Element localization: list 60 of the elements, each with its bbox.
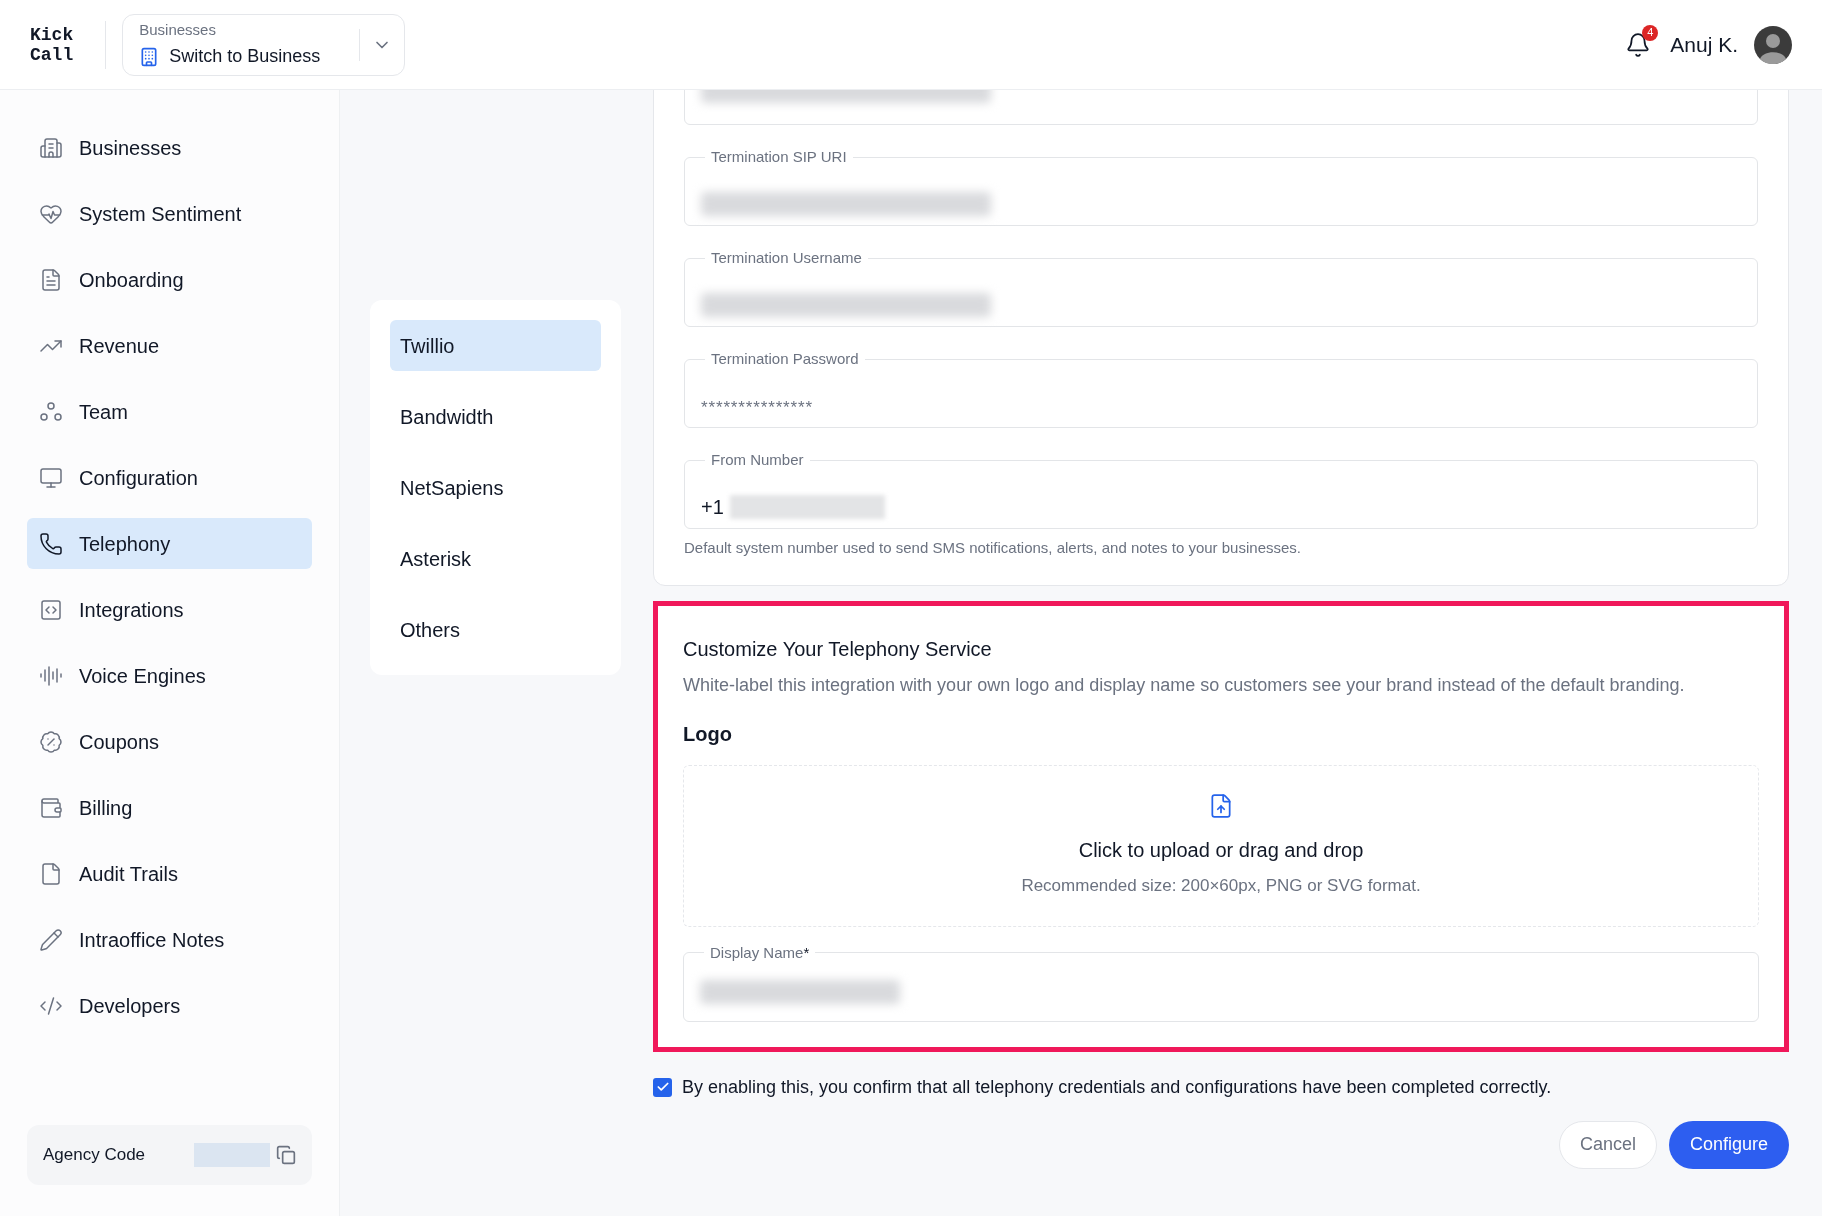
percent-badge-icon	[39, 729, 63, 754]
switcher-label: Businesses	[139, 19, 217, 40]
provider-item[interactable]: Others	[390, 604, 601, 655]
avatar[interactable]	[1754, 25, 1792, 64]
copy-icon[interactable]	[276, 1145, 296, 1165]
logo[interactable]: Kick Call	[30, 20, 107, 69]
notification-count: 4	[1642, 24, 1659, 41]
logo-heading: Logo	[683, 721, 733, 747]
sidebar-item[interactable]: Audit Trails	[27, 848, 312, 899]
sidebar-item[interactable]: Integrations	[27, 584, 312, 635]
section-title: Customize Your Telephony Service	[683, 636, 993, 662]
field-value: ***************	[701, 396, 813, 419]
confirm-text: By enabling this, you confirm that all telephony credentials and configurations have been completed correctly.	[682, 1075, 1552, 1099]
monitor-icon	[39, 465, 63, 490]
upload-text: Click to upload or drag and drop	[1078, 837, 1364, 863]
field-label: Termination Username	[710, 248, 863, 268]
sidebar-item[interactable]: Team	[27, 386, 312, 437]
building-icon	[139, 46, 160, 67]
sidebar-item[interactable]: Businesses	[27, 122, 312, 173]
sidebar-item[interactable]: Coupons	[27, 716, 312, 767]
circles-icon	[39, 399, 63, 424]
file-upload-icon	[1208, 792, 1234, 819]
switcher-value: Switch to Business	[169, 45, 321, 69]
sidebar-item[interactable]: System Sentiment	[27, 188, 312, 239]
sidebar-item[interactable]: Telephony	[27, 518, 312, 569]
upload-hint: Recommended size: 200×60px, PNG or SVG format.	[1021, 874, 1421, 897]
provider-item[interactable]: Asterisk	[390, 533, 601, 584]
field-label: From Number	[710, 450, 805, 470]
confirm-checkbox[interactable]	[653, 1077, 672, 1097]
field-value: +1	[701, 494, 724, 520]
file-icon	[39, 861, 63, 886]
agency-code-label: Agency Code	[43, 1144, 146, 1167]
wallet-icon	[39, 795, 63, 820]
field-label: Termination Password	[710, 349, 860, 369]
sidebar-item[interactable]: Configuration	[27, 452, 312, 503]
phone-icon	[39, 531, 63, 556]
user-name: Anuj K.	[1670, 31, 1738, 58]
field-label: Termination SIP URI	[710, 147, 848, 167]
helper-text: Default system number used to send SMS notifications, alerts, and notes to your businesses.	[684, 538, 1302, 558]
provider-item[interactable]: Bandwidth	[390, 391, 601, 442]
sidebar-item[interactable]: Voice Engines	[27, 650, 312, 701]
building-icon	[39, 135, 63, 160]
sidebar-item[interactable]: Developers	[27, 980, 312, 1031]
business-switcher[interactable]: Businesses Switch to Business	[122, 13, 406, 76]
sidebar-item[interactable]: Intraoffice Notes	[27, 914, 312, 965]
code-square-icon	[39, 597, 63, 622]
upload-dropzone[interactable]: Click to upload or drag and drop Recommended size: 200×60px, PNG or SVG format.	[683, 764, 1759, 927]
section-description: White-label this integration with your own logo and display name so customers see your brand instead of the default branding.	[683, 673, 1686, 697]
document-icon	[39, 267, 63, 292]
sidebar-item[interactable]: Billing	[27, 782, 312, 833]
provider-item[interactable]: NetSapiens	[390, 462, 601, 513]
provider-item[interactable]: Twillio	[390, 320, 601, 371]
sidebar-item[interactable]: Onboarding	[27, 254, 312, 305]
sidebar-item[interactable]: Revenue	[27, 320, 312, 371]
field-label: Display Name*	[709, 942, 811, 963]
pencil-icon	[39, 927, 63, 952]
sound-wave-icon	[39, 663, 63, 688]
configure-button[interactable]: Configure	[1668, 1120, 1789, 1169]
check-icon	[655, 1080, 670, 1094]
cancel-button[interactable]: Cancel	[1558, 1120, 1657, 1169]
